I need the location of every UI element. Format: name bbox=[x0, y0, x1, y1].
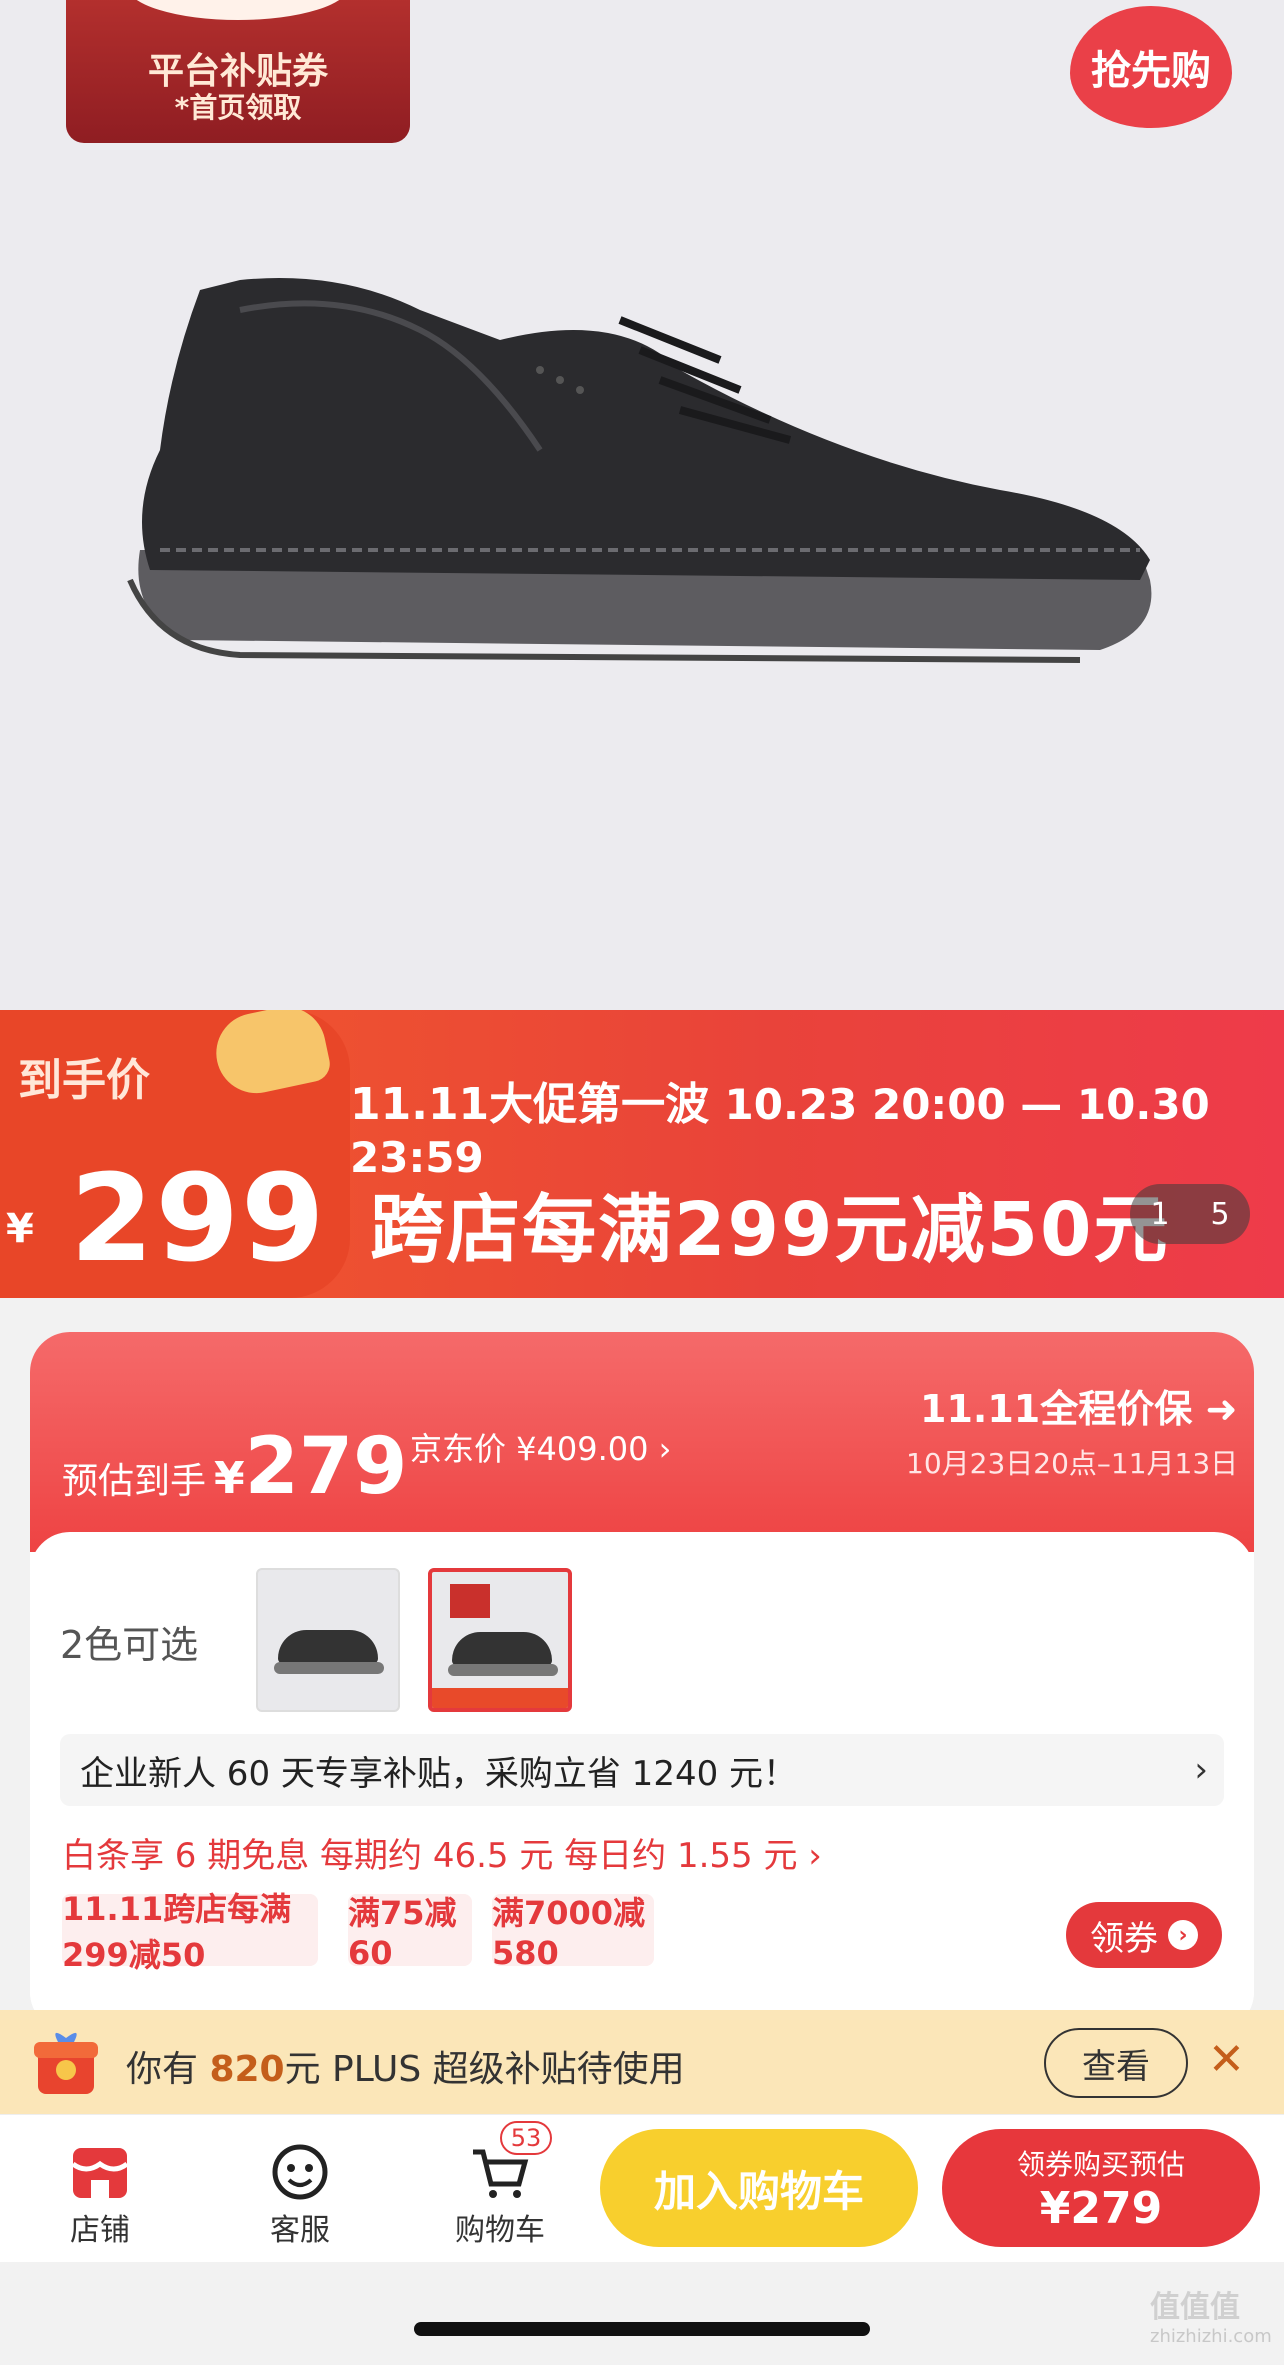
chevron-right-icon: ➜ bbox=[1205, 1387, 1238, 1431]
close-icon[interactable]: ✕ bbox=[1208, 2034, 1245, 2085]
thumb-sole bbox=[448, 1664, 558, 1676]
coupon-chip[interactable]: 11.11跨店每满299减50 bbox=[62, 1890, 318, 1974]
final-price-currency: ¥ bbox=[6, 1206, 34, 1252]
chevron-right-icon: › bbox=[1168, 1920, 1198, 1950]
plus-amount: 820 bbox=[209, 2049, 285, 2090]
coupon-tag-cap bbox=[126, 0, 350, 20]
final-price-value: 299 bbox=[70, 1150, 327, 1289]
price-card-body: 2色可选 企业新人 60 天专享补贴，采购立省 1240 元！ › 白条享 6 … bbox=[30, 1532, 1254, 2032]
store-icon bbox=[40, 2141, 160, 2205]
watermark-sub: zhizhizhi.com bbox=[1150, 2326, 1272, 2347]
installment-link[interactable]: 白条享 6 期免息 每期约 46.5 元 每日约 1.55 元 › bbox=[62, 1828, 822, 1877]
watermark-main: 值值值 bbox=[1150, 2290, 1240, 2325]
tab-cart-label: 购物车 bbox=[455, 2213, 545, 2248]
chat-face-icon bbox=[240, 2141, 360, 2205]
tab-service[interactable]: 客服 bbox=[240, 2141, 360, 2249]
chevron-right-icon: › bbox=[1194, 1750, 1208, 1790]
thumb-sole bbox=[274, 1662, 384, 1674]
plus-text-prefix: 你有 bbox=[126, 2049, 210, 2090]
price-protect-title: 11.11全程价保 bbox=[920, 1387, 1193, 1431]
gallery-pager: 1 5 bbox=[1130, 1184, 1250, 1244]
tab-cart[interactable]: 购物车 bbox=[440, 2141, 560, 2249]
tab-store[interactable]: 店铺 bbox=[40, 2141, 160, 2249]
plus-subsidy-bar[interactable]: 你有 820元 PLUS 超级补贴待使用 查看 ✕ bbox=[0, 2010, 1284, 2114]
buy-now-button[interactable]: 领券购买预估 ¥279 bbox=[942, 2129, 1260, 2247]
pager-current: 1 bbox=[1150, 1196, 1170, 1232]
bottom-action-bar: 店铺 客服 购物车 53 加入购物车 领券购买预估 ¥279 bbox=[0, 2114, 1284, 2262]
thumb-shoe-icon bbox=[452, 1632, 552, 1666]
estimated-price-value: 279 bbox=[244, 1422, 408, 1512]
gift-icon bbox=[34, 2032, 98, 2094]
coupon-chip[interactable]: 满75减60 bbox=[348, 1894, 472, 1972]
price-banner: 到手价 ¥ 299 11.11大促第一波 10.23 20:00 — 10.30… bbox=[0, 1010, 1284, 1298]
coupon-subtitle: *首页领取 bbox=[174, 91, 302, 124]
get-coupon-button[interactable]: 领券 › bbox=[1066, 1902, 1222, 1968]
product-gallery[interactable]: 平台补贴券 *首页领取 抢先购 bbox=[0, 0, 1284, 1010]
promo-headline: 11.11大促第一波 10.23 20:00 — 10.30 23:59 bbox=[350, 1068, 1284, 1183]
product-image bbox=[127, 278, 1152, 663]
thumb-shoe-icon bbox=[278, 1630, 378, 1664]
home-indicator[interactable] bbox=[414, 2322, 870, 2336]
coupon-chips: 11.11跨店每满299减50 满75减60 满7000减580 bbox=[62, 1890, 1222, 1974]
buy-now-price: ¥279 bbox=[1039, 2183, 1163, 2234]
color-option-2[interactable] bbox=[428, 1568, 572, 1712]
plus-text-suffix: 元 PLUS 超级补贴待使用 bbox=[284, 2049, 685, 2090]
estimated-price: 预估到手 ¥279 bbox=[62, 1422, 407, 1512]
thumb-price-strip bbox=[432, 1688, 568, 1708]
plus-subsidy-text: 你有 820元 PLUS 超级补贴待使用 bbox=[126, 2040, 685, 2092]
pager-total: 5 bbox=[1210, 1196, 1230, 1232]
watermark: 值值值 zhizhizhi.com bbox=[1150, 2282, 1272, 2347]
coupon-chip[interactable]: 满7000减580 bbox=[492, 1894, 654, 1972]
business-offer-row[interactable]: 企业新人 60 天专享补贴，采购立省 1240 元！ › bbox=[60, 1734, 1224, 1806]
color-option-1[interactable] bbox=[256, 1568, 400, 1712]
estimated-price-currency: ¥ bbox=[214, 1453, 245, 1504]
promo-main: 跨店每满299元减50元 bbox=[370, 1187, 1170, 1273]
final-price-label: 到手价 bbox=[18, 1055, 150, 1106]
estimated-price-label: 预估到手 bbox=[62, 1461, 207, 1502]
business-offer-text: 企业新人 60 天专享补贴，采购立省 1240 元！ bbox=[80, 1753, 798, 1794]
promo-title: 11.11大促第一波 bbox=[350, 1079, 710, 1130]
platform-coupon-tag[interactable]: 平台补贴券 *首页领取 bbox=[66, 0, 410, 143]
cart-count-badge: 53 bbox=[500, 2121, 552, 2155]
buy-now-label: 领券购买预估 bbox=[1016, 2148, 1185, 2181]
thumb-promo-tag bbox=[450, 1584, 490, 1618]
tab-service-label: 客服 bbox=[270, 2213, 330, 2248]
view-button[interactable]: 查看 bbox=[1044, 2028, 1188, 2098]
get-coupon-label: 领券 bbox=[1090, 1918, 1158, 1959]
color-count-label: 2色可选 bbox=[60, 1623, 199, 1667]
rush-buy-button[interactable]: 抢先购 bbox=[1070, 6, 1232, 128]
tab-store-label: 店铺 bbox=[70, 2213, 130, 2248]
add-to-cart-button[interactable]: 加入购物车 bbox=[600, 2129, 918, 2247]
price-protect-period: 10月23日20点–11月13日 bbox=[906, 1447, 1239, 1480]
jd-price-link[interactable]: 京东价 ¥409.00 › bbox=[410, 1424, 671, 1470]
price-card-header: 预估到手 ¥279 京东价 ¥409.00 › 11.11全程价保 ➜ 10月23… bbox=[30, 1332, 1254, 1552]
price-protect-link[interactable]: 11.11全程价保 ➜ bbox=[920, 1378, 1237, 1433]
